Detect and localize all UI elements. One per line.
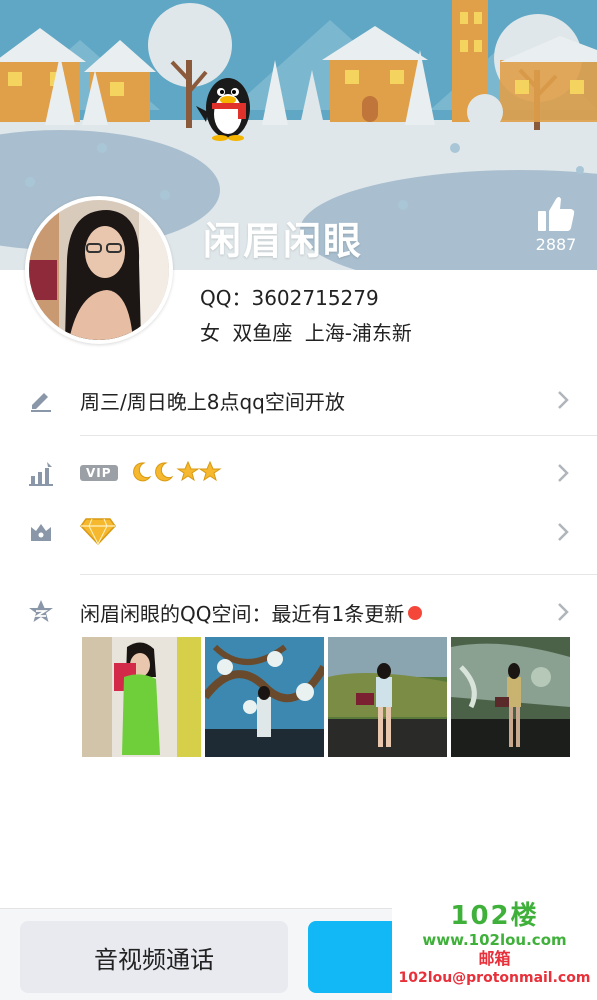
watermark-email: 102lou@protonmail.com xyxy=(398,970,591,986)
qzone-photo-strip xyxy=(82,637,570,757)
avatar[interactable] xyxy=(25,196,173,344)
profile-info: QQ：3602715279 女 双鱼座 上海-浦东新 xyxy=(200,283,412,353)
qzone-label: 闲眉闲眼的QQ空间：最近有1条更新 xyxy=(80,601,405,626)
watermark-mail-label: 邮箱 xyxy=(478,949,511,968)
watermark: 102楼 www.102lou.com 邮箱 102lou@protonmail… xyxy=(392,895,597,1000)
profile-nickname: 闲眉闲眼 xyxy=(203,219,364,263)
chevron-right-icon xyxy=(558,523,569,541)
chevron-right-icon xyxy=(558,391,569,409)
update-red-dot xyxy=(408,606,423,620)
qzone-row[interactable]: 闲眉闲眼的QQ空间：最近有1条更新 xyxy=(0,594,597,630)
crown-icon xyxy=(26,517,56,547)
diamond-badge xyxy=(80,515,116,550)
diamond-level-row[interactable] xyxy=(0,514,597,550)
like-button[interactable]: 2887 xyxy=(530,195,582,254)
watermark-logo: 102楼 xyxy=(450,901,539,931)
level-up-icon xyxy=(26,458,56,488)
qq-level-icons xyxy=(132,460,222,487)
divider xyxy=(80,574,597,575)
thumbs-up-icon xyxy=(538,197,575,231)
qzone-star-icon xyxy=(26,597,56,627)
signature-text: 周三/周日晚上8点qq空间开放 xyxy=(80,389,345,414)
chevron-right-icon xyxy=(558,464,569,482)
qzone-photo[interactable] xyxy=(205,637,324,757)
signature-row[interactable]: 周三/周日晚上8点qq空间开放 xyxy=(0,380,597,420)
divider xyxy=(80,435,597,436)
qzone-photo[interactable] xyxy=(451,637,570,757)
vip-badge: VIP xyxy=(80,465,118,481)
chevron-right-icon xyxy=(558,603,569,621)
vip-level-content: VIP xyxy=(80,460,222,487)
profile-meta: 女 双鱼座 上海-浦东新 xyxy=(200,321,412,345)
video-call-button[interactable]: 音视频通话 xyxy=(20,921,288,993)
qzone-update-text: 闲眉闲眼的QQ空间：最近有1条更新 xyxy=(80,598,423,627)
like-count: 2887 xyxy=(535,235,577,254)
vip-level-row[interactable]: VIP xyxy=(0,455,597,491)
qzone-photo[interactable] xyxy=(328,637,447,757)
qq-number: QQ：3602715279 xyxy=(200,286,379,310)
watermark-site: www.102lou.com xyxy=(422,931,567,949)
pencil-icon xyxy=(26,385,56,415)
diamond-icon xyxy=(80,517,116,545)
qzone-photo[interactable] xyxy=(82,637,201,757)
